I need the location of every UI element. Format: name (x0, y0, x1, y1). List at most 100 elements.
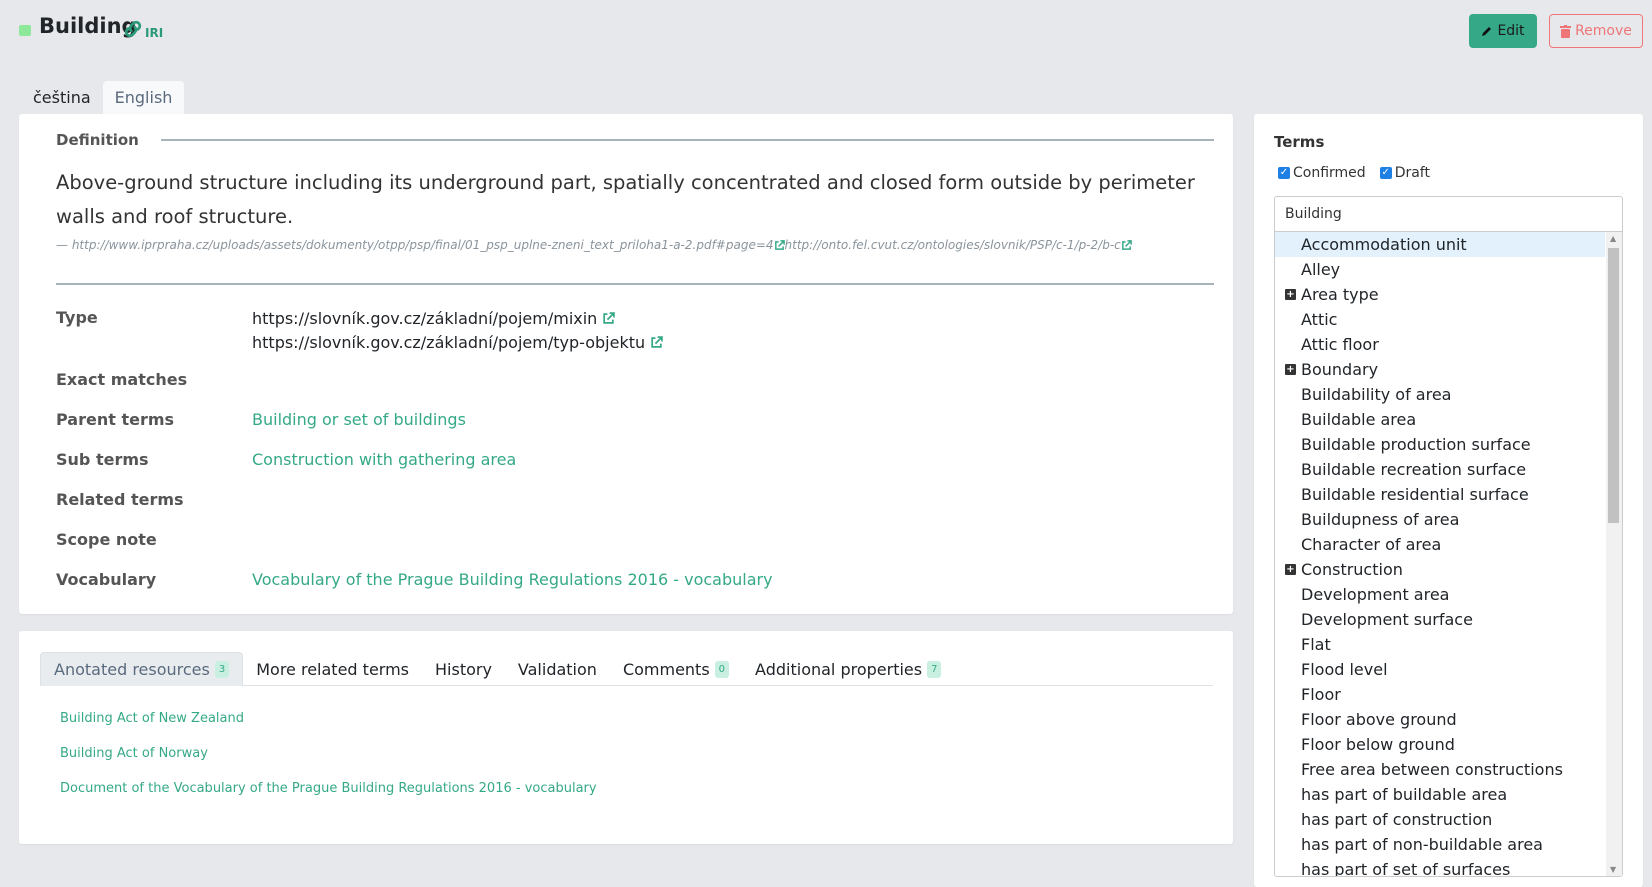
status-indicator (19, 25, 31, 36)
term-label: has part of non-buildable area (1301, 835, 1543, 854)
term-item[interactable]: Buildable production surface (1275, 432, 1622, 457)
edit-button[interactable]: Edit (1469, 14, 1537, 48)
parent-term-link[interactable]: Building or set of buildings (252, 410, 466, 450)
scroll-up-arrow-icon[interactable]: ▲ (1610, 234, 1616, 243)
tab-history[interactable]: History (422, 652, 505, 686)
term-item[interactable]: Buildable residential surface (1275, 482, 1622, 507)
related-terms-label: Related terms (56, 490, 184, 509)
definition-source: — http://www.iprpraha.cz/uploads/assets/… (56, 238, 1132, 252)
scroll-thumb[interactable] (1608, 248, 1619, 523)
property-parent-terms: Parent terms Building or set of building… (56, 410, 1206, 450)
resource-link[interactable]: Building Act of Norway (60, 746, 597, 781)
term-label: Boundary (1301, 360, 1379, 379)
term-item[interactable]: has part of non-buildable area (1275, 832, 1622, 857)
source-link-1[interactable]: http://www.iprpraha.cz/uploads/assets/do… (72, 238, 774, 252)
tab-label: Comments (622, 659, 710, 679)
tab-cestina[interactable]: čeština (21, 81, 103, 114)
remove-button[interactable]: Remove (1549, 14, 1643, 48)
expand-plus-icon[interactable]: + (1285, 289, 1296, 300)
annotated-resources-list: Building Act of New Zealand Building Act… (60, 711, 597, 816)
term-label: has part of set of surfaces (1301, 860, 1511, 877)
tab-label: History (435, 659, 492, 679)
terms-panel: Terms ✓ Confirmed ✓ Draft Building Accom… (1254, 114, 1643, 887)
term-item[interactable]: Development surface (1275, 607, 1622, 632)
resources-card: Anotated resources 3 More related terms … (19, 631, 1233, 844)
checkbox-checked-icon[interactable]: ✓ (1379, 167, 1392, 179)
iri-link[interactable]: IRI (122, 18, 163, 40)
tab-annotated-resources[interactable]: Anotated resources 3 (40, 652, 244, 686)
tab-label: Anotated resources (54, 660, 210, 679)
term-item[interactable]: Floor below ground (1275, 732, 1622, 757)
term-label: Area type (1301, 285, 1379, 304)
term-item[interactable]: Accommodation unit (1275, 232, 1605, 257)
term-item[interactable]: Buildable area (1275, 407, 1622, 432)
count-badge: 0 (714, 660, 730, 678)
resource-link[interactable]: Document of the Vocabulary of the Prague… (60, 781, 597, 816)
term-item[interactable]: has part of construction (1275, 807, 1622, 832)
parent-terms-label: Parent terms (56, 410, 175, 429)
term-item[interactable]: Flat (1275, 632, 1622, 657)
term-label: Buildupness of area (1301, 510, 1460, 529)
external-link-icon[interactable] (602, 311, 616, 325)
external-link-icon[interactable] (650, 335, 663, 349)
term-item[interactable]: has part of set of surfaces (1275, 857, 1622, 877)
term-item[interactable]: Floor above ground (1275, 707, 1622, 732)
divider (160, 139, 1214, 141)
tab-comments[interactable]: Comments 0 (610, 652, 742, 686)
term-item[interactable]: + Area type (1275, 282, 1622, 307)
property-exact-matches: Exact matches (56, 370, 1206, 410)
term-item[interactable]: Buildable recreation surface (1275, 457, 1622, 482)
term-item[interactable]: Attic floor (1275, 332, 1622, 357)
trash-icon (1560, 24, 1572, 38)
term-item[interactable]: Character of area (1275, 532, 1622, 557)
remove-label: Remove (1575, 23, 1632, 39)
tab-additional-properties[interactable]: Additional properties 7 (742, 652, 954, 686)
tab-validation[interactable]: Validation (505, 652, 610, 686)
term-item[interactable]: Free area between constructions (1275, 757, 1622, 782)
term-label: Buildable production surface (1301, 435, 1531, 454)
term-item[interactable]: Attic (1275, 307, 1622, 332)
draft-checkbox[interactable]: ✓ Draft (1379, 165, 1430, 181)
term-label: Development area (1301, 585, 1450, 604)
term-item[interactable]: Floor (1275, 682, 1622, 707)
count-badge: 7 (927, 660, 942, 678)
link-icon (124, 20, 142, 38)
sub-term-link[interactable]: Construction with gathering area (252, 450, 516, 490)
type-value: https://slovník.gov.cz/základní/pojem/ty… (252, 332, 646, 352)
term-item[interactable]: Alley (1275, 257, 1622, 282)
source-link-2[interactable]: http://onto.fel.cvut.cz/ontologies/slovn… (785, 238, 1121, 252)
term-label: has part of buildable area (1301, 785, 1508, 804)
external-link-icon[interactable] (774, 240, 785, 251)
scrollbar[interactable]: ▲ ▼ (1606, 232, 1622, 876)
term-label: Development surface (1301, 610, 1473, 629)
term-item[interactable]: + Boundary (1275, 357, 1622, 382)
property-vocabulary: Vocabulary Vocabulary of the Prague Buil… (56, 570, 1206, 610)
tab-english[interactable]: English (102, 81, 185, 114)
checkbox-checked-icon[interactable]: ✓ (1278, 167, 1290, 179)
term-item[interactable]: has part of buildable area (1275, 782, 1622, 807)
term-item[interactable]: Buildupness of area (1275, 507, 1622, 532)
expand-plus-icon[interactable]: + (1285, 364, 1296, 375)
checkbox-label: Draft (1394, 165, 1430, 181)
term-item[interactable]: Buildability of area (1275, 382, 1622, 407)
external-link-icon[interactable] (1121, 240, 1132, 251)
term-item[interactable]: Flood level (1275, 657, 1622, 682)
language-tabs: čeština English (21, 81, 185, 114)
resource-link[interactable]: Building Act of New Zealand (60, 711, 597, 746)
expand-plus-icon[interactable]: + (1285, 564, 1296, 575)
scroll-down-arrow-icon[interactable]: ▼ (1610, 865, 1616, 874)
term-properties: Type https://slovník.gov.cz/základní/poj… (56, 306, 1206, 610)
page-header: Building IRI Edit Remove (0, 0, 1652, 70)
tab-more-related-terms[interactable]: More related terms (243, 652, 422, 686)
term-item[interactable]: Development area (1275, 582, 1622, 607)
iri-label: IRI (145, 26, 164, 40)
term-search-input[interactable]: Building (1274, 196, 1623, 231)
term-label: Buildable area (1301, 410, 1417, 429)
term-item[interactable]: + Construction (1275, 557, 1622, 582)
sub-terms-label: Sub terms (56, 450, 149, 469)
term-label: Free area between constructions (1301, 760, 1563, 779)
confirmed-checkbox[interactable]: ✓ Confirmed (1278, 165, 1366, 181)
type-values: https://slovník.gov.cz/základní/pojem/mi… (252, 306, 663, 370)
term-label: Accommodation unit (1301, 235, 1467, 254)
vocabulary-link[interactable]: Vocabulary of the Prague Building Regula… (252, 570, 773, 610)
